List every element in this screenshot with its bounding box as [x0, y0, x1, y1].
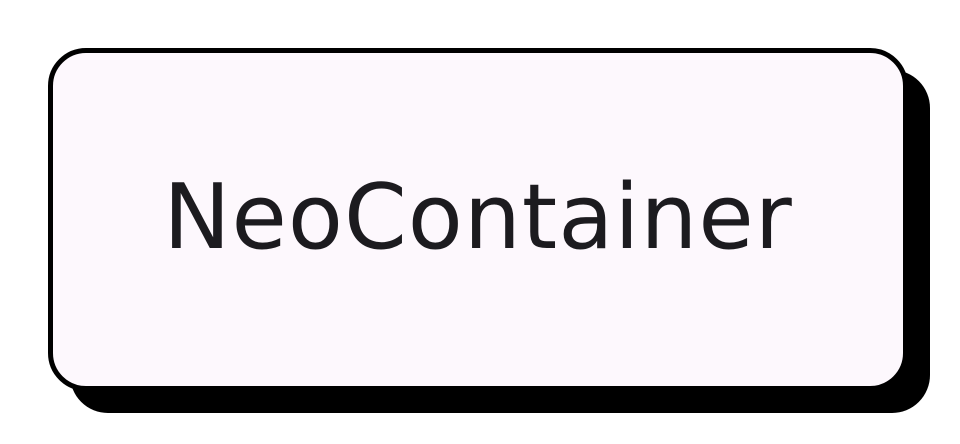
- neo-container: NeoContainer: [48, 48, 908, 391]
- container-label: NeoContainer: [163, 164, 793, 270]
- canvas: NeoContainer: [0, 0, 960, 444]
